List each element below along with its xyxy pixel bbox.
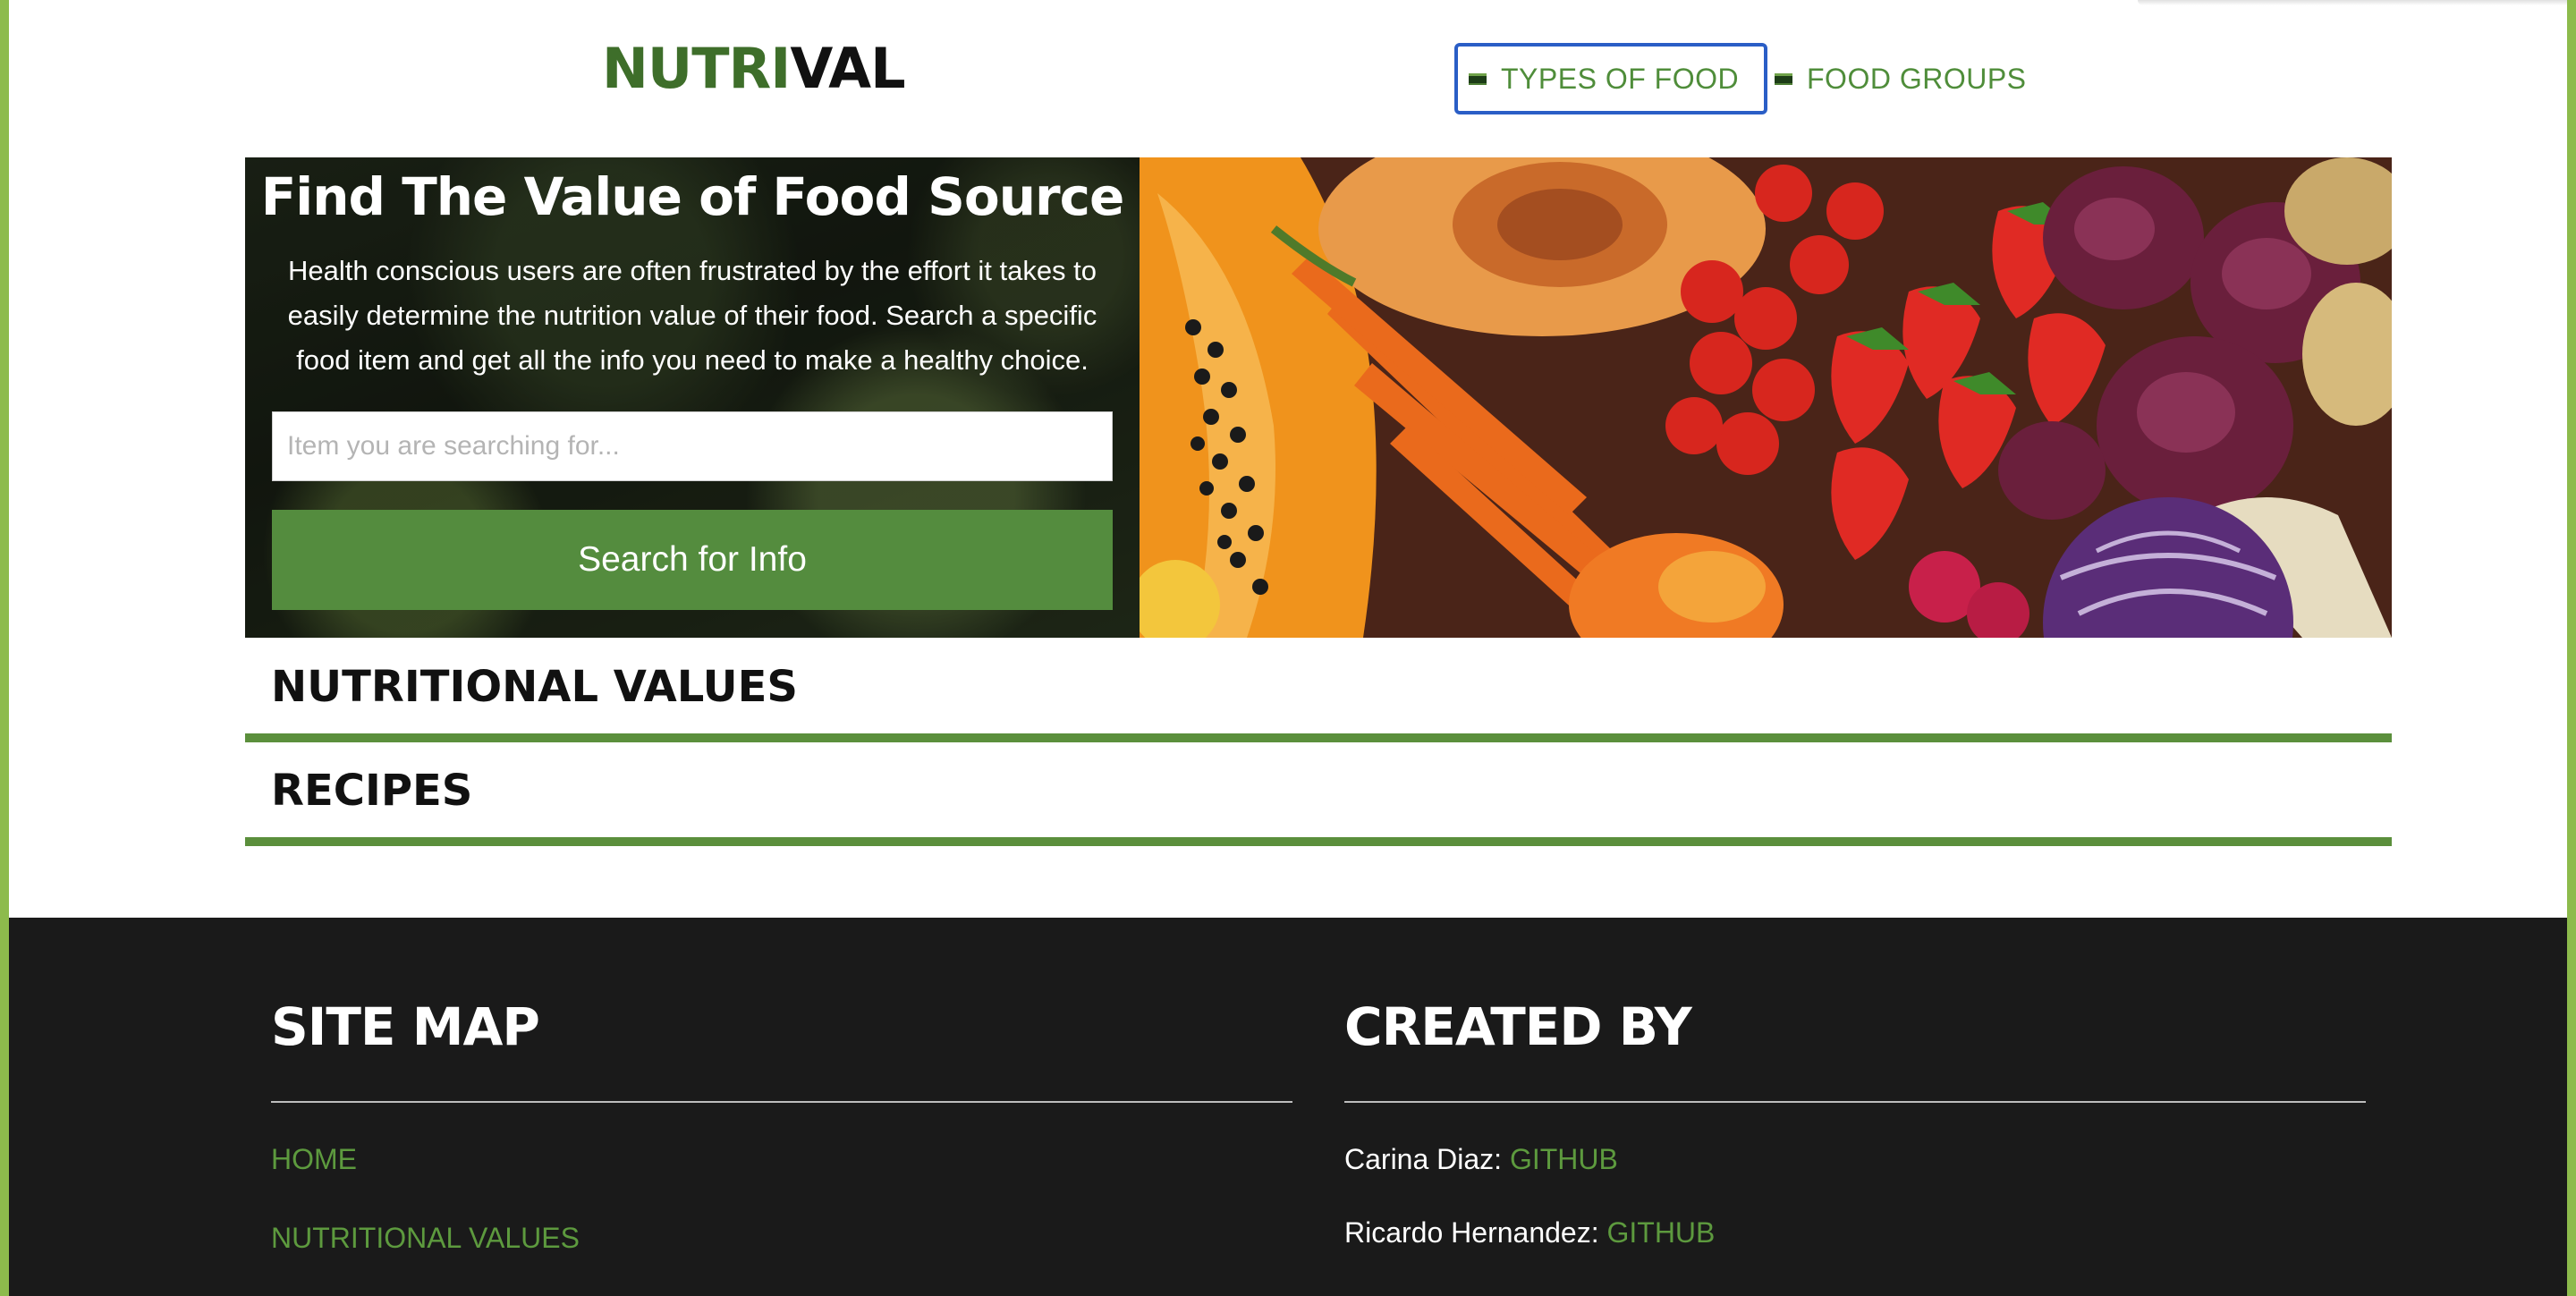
site-map-title: SITE MAP <box>271 996 540 1057</box>
section-recipes[interactable]: RECIPES <box>245 742 2392 846</box>
creator-row: Ricardo Hernandez: GITHUB <box>1344 1216 1715 1249</box>
search-input[interactable] <box>272 411 1113 481</box>
page-frame-left <box>0 0 9 1296</box>
logo-text-val: VAL <box>790 36 905 101</box>
dropdown-shadow <box>2138 0 2567 5</box>
hero-search-panel: Find The Value of Food Source Health con… <box>245 157 1140 638</box>
creator-github-link[interactable]: GITHUB <box>1510 1143 1618 1175</box>
hero-description: Health conscious users are often frustra… <box>287 255 1097 376</box>
created-by-title: CREATED BY <box>1344 996 1692 1057</box>
section-nutritional-values[interactable]: NUTRITIONAL VALUES <box>245 639 2392 742</box>
footer-link-nutritional-values[interactable]: NUTRITIONAL VALUES <box>271 1222 580 1255</box>
broken-image-icon <box>1469 72 1487 85</box>
search-button[interactable]: Search for Info <box>272 510 1113 610</box>
produce-illustration <box>1140 157 2392 638</box>
nav-types-of-food[interactable]: TYPES OF FOOD <box>1454 43 1767 114</box>
site-logo[interactable]: NUTRIVAL <box>602 36 906 101</box>
site-map-divider <box>271 1101 1292 1103</box>
section-recipes-title: RECIPES <box>271 766 473 816</box>
section-nutritional-values-title: NUTRITIONAL VALUES <box>271 662 798 712</box>
creator-row: Carina Diaz: GITHUB <box>1344 1143 1618 1176</box>
hero-title: Find The Value of Food Source <box>260 166 1125 227</box>
hero-section: Find The Value of Food Source Health con… <box>245 157 2392 638</box>
created-by-divider <box>1344 1101 2366 1103</box>
footer-link-home[interactable]: HOME <box>271 1143 357 1176</box>
broken-image-icon <box>1775 72 1792 85</box>
nav-food-groups-label: FOOD GROUPS <box>1807 62 2027 95</box>
creator-github-link[interactable]: GITHUB <box>1606 1216 1715 1249</box>
page-frame-right <box>2567 0 2576 1296</box>
creator-name: Carina Diaz: <box>1344 1143 1503 1175</box>
nav-food-groups[interactable]: FOOD GROUPS <box>1775 43 2027 114</box>
site-footer: SITE MAP HOME NUTRITIONAL VALUES CREATED… <box>9 918 2567 1296</box>
nav-types-of-food-label: TYPES OF FOOD <box>1501 62 1740 95</box>
hero-produce-image <box>1140 157 2392 638</box>
logo-text-nutri: NUTRI <box>602 36 791 101</box>
creator-name: Ricardo Hernandez: <box>1344 1216 1599 1249</box>
